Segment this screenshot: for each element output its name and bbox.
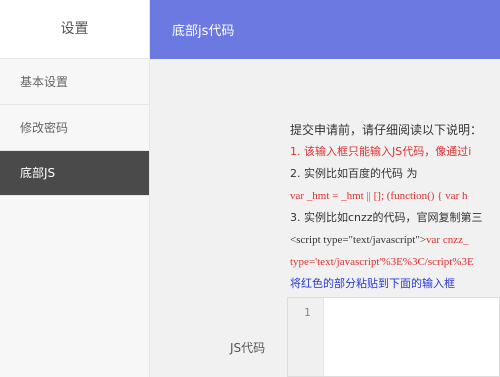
- page-header: 底部js代码: [150, 0, 500, 59]
- baidu-code-sample: var _hmt = _hmt || []; (function() { var…: [290, 190, 468, 202]
- js-code-label: JS代码: [230, 341, 266, 355]
- cnzz-code-sample-line-2: type='text/javascript'%3E%3C/script%3E: [290, 256, 474, 268]
- instructions-example-cnzz: 3. 实例比如cnzz的代码，官网复制第三: [290, 211, 483, 224]
- sidebar-item-footer-js[interactable]: 底部JS: [0, 151, 149, 196]
- sidebar: 设置 基本设置 修改密码 底部JS: [0, 0, 150, 377]
- instructions-example-baidu: 2. 实例比如百度的代码 为: [290, 167, 418, 180]
- watermark-url: jingyan.baidu.com: [432, 358, 497, 367]
- editor-gutter: 1: [288, 298, 324, 376]
- cnzz-code-red-part: var cnzz_: [426, 234, 469, 246]
- instructions-rule-1: 1. 该输入框只能输入JS代码，像通过i: [290, 145, 472, 158]
- cnzz-code-prefix: <script type="text/javascript">: [290, 234, 427, 246]
- cnzz-code-sample-line-1: <script type="text/javascript">var cnzz_: [290, 229, 500, 251]
- main-content: 提交申请前，请仔细阅读以下说明： 1. 该输入框只能输入JS代码，像通过i 2.…: [150, 59, 500, 377]
- sidebar-item-basic-settings[interactable]: 基本设置: [0, 59, 149, 105]
- sidebar-item-change-password[interactable]: 修改密码: [0, 105, 149, 151]
- instructions-block: 提交申请前，请仔细阅读以下说明： 1. 该输入框只能输入JS代码，像通过i 2.…: [290, 119, 500, 295]
- page-title: 底部js代码: [172, 24, 235, 39]
- line-number: 1: [304, 306, 311, 319]
- instructions-intro: 提交申请前，请仔细阅读以下说明：: [290, 123, 483, 137]
- sidebar-title: 设置: [0, 0, 149, 59]
- instructions-paste-hint: 将红色的部分粘贴到下面的输入框: [290, 277, 455, 290]
